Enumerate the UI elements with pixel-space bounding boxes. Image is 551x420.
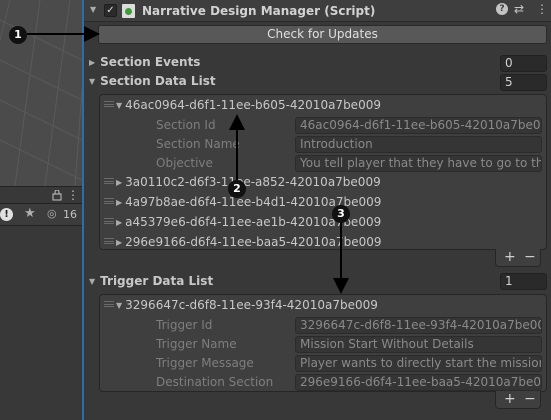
callout-3: 3 bbox=[332, 205, 350, 223]
callout-2: 2 bbox=[228, 180, 246, 198]
callout-1: 1 bbox=[9, 26, 27, 44]
annotation-arrows bbox=[27, 26, 349, 294]
